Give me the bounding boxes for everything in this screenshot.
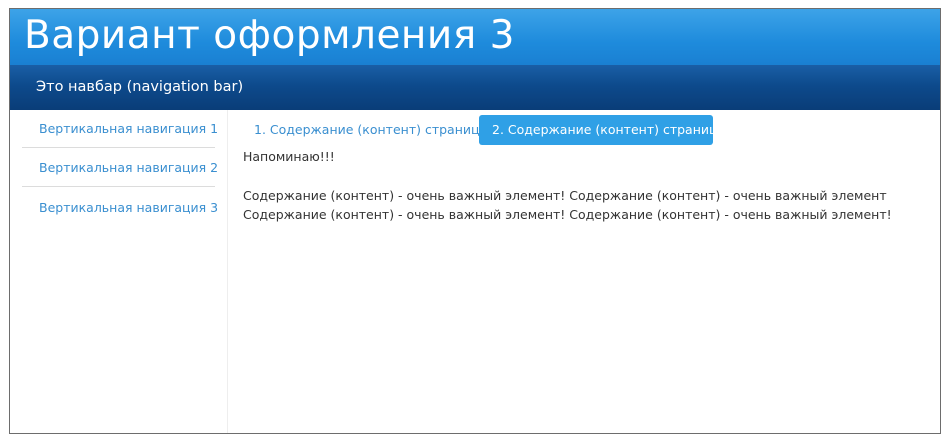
vertical-navigation: Вертикальная навигация 1 Вертикальная на… bbox=[10, 110, 228, 433]
main-content: 1. Содержание (контент) страницы 2. Соде… bbox=[241, 110, 931, 430]
site-title: Вариант оформления 3 bbox=[24, 13, 515, 58]
sidebar-item-1[interactable]: Вертикальная навигация 1 bbox=[22, 110, 218, 148]
navbar: Это навбар (navigation bar) bbox=[10, 65, 940, 110]
tab-content-1[interactable]: 1. Содержание (контент) страницы bbox=[241, 115, 489, 145]
sidebar-item-3[interactable]: Вертикальная навигация 3 bbox=[22, 189, 218, 227]
navbar-brand[interactable]: Это навбар (navigation bar) bbox=[36, 65, 243, 109]
tab-content-2[interactable]: 2. Содержание (контент) страницы bbox=[479, 115, 727, 145]
page-frame: Вариант оформления 3 Это навбар (navigat… bbox=[9, 8, 941, 434]
sidebar-item-2[interactable]: Вертикальная навигация 2 bbox=[22, 149, 218, 187]
content-tabs: 1. Содержание (контент) страницы 2. Соде… bbox=[241, 115, 727, 145]
reminder-text: Напоминаю!!! bbox=[243, 149, 335, 164]
site-header: Вариант оформления 3 bbox=[10, 9, 940, 65]
content-paragraph: Содержание (контент) - очень важный элем… bbox=[243, 188, 892, 222]
